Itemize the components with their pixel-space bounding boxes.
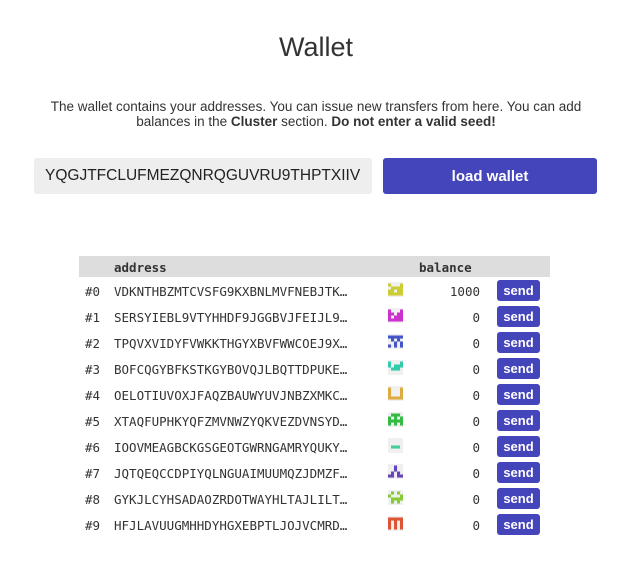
address-value: XTAQFUPHKYQFZMVNWZYQKVEZDVNSYD… (114, 414, 348, 429)
row-index: #7 (85, 466, 101, 481)
send-button[interactable]: send (497, 358, 540, 379)
address-value: IOOVMEAGBCKGSGEOTGWRNGAMRYQUKY… (114, 440, 348, 455)
address-row: #6 IOOVMEAGBCKGSGEOTGWRNGAMRYQUKY… 0 sen… (79, 435, 550, 461)
send-button[interactable]: send (497, 332, 540, 353)
address-value: JQTQEQCCDPIYQLNGUAIMUUMQZJDMZF… (114, 466, 348, 481)
balance-value: 0 (472, 466, 480, 481)
row-index: #1 (85, 310, 101, 325)
address-value: BOFCQGYBFKSTKGYBOVQJLBQTTDPUKE… (114, 362, 348, 377)
identicon-icon (388, 516, 403, 531)
load-wallet-button[interactable]: load wallet (383, 158, 597, 194)
row-index: #2 (85, 336, 101, 351)
address-row: #8 GYKJLCYHSADAOZRDOTWAYHLTAJLILT… 0 sen… (79, 487, 550, 513)
identicon-icon (388, 386, 403, 401)
identicon-icon (388, 438, 403, 453)
wallet-description: The wallet contains your addresses. You … (50, 99, 582, 129)
row-index: #6 (85, 440, 101, 455)
balance-value: 0 (472, 518, 480, 533)
address-column-header: address (114, 260, 167, 275)
address-value: HFJLAVUUGMHHDYHGXEBPTLJOJVCMRD… (114, 518, 348, 533)
balance-value: 0 (472, 310, 480, 325)
address-value: VDKNTHBZMTCVSFG9KXBNLMVFNEBJTK… (114, 284, 348, 299)
identicon-icon (388, 282, 403, 297)
balance-value: 0 (472, 492, 480, 507)
identicon-icon (388, 490, 403, 505)
row-index: #0 (85, 284, 101, 299)
identicon-icon (388, 334, 403, 349)
description-text-2: section. (277, 114, 332, 129)
balance-value: 0 (472, 336, 480, 351)
address-row: #4 OELOTIUVOXJFAQZBAUWYUVJNBZXMKC… 0 sen… (79, 383, 550, 409)
send-button[interactable]: send (497, 280, 540, 301)
balance-value: 0 (472, 440, 480, 455)
send-button[interactable]: send (497, 488, 540, 509)
send-button[interactable]: send (497, 436, 540, 457)
identicon-icon (388, 464, 403, 479)
send-button[interactable]: send (497, 306, 540, 327)
address-table-header: address balance (79, 256, 550, 277)
address-value: TPQVXVIDYFVWKKTHGYXBVFWWCOEJ9X… (114, 336, 348, 351)
row-index: #3 (85, 362, 101, 377)
address-row: #0 VDKNTHBZMTCVSFG9KXBNLMVFNEBJTK… 1000 … (79, 279, 550, 305)
seed-input[interactable] (34, 158, 372, 194)
row-index: #4 (85, 388, 101, 403)
send-button[interactable]: send (497, 384, 540, 405)
address-row: #7 JQTQEQCCDPIYQLNGUAIMUUMQZJDMZF… 0 sen… (79, 461, 550, 487)
address-value: SERSYIEBL9VTYHHDF9JGGBVJFEIJL9… (114, 310, 348, 325)
address-row: #1 SERSYIEBL9VTYHHDF9JGGBVJFEIJL9… 0 sen… (79, 305, 550, 331)
row-index: #5 (85, 414, 101, 429)
balance-value: 1000 (449, 284, 480, 299)
balance-value: 0 (472, 362, 480, 377)
identicon-icon (388, 308, 403, 323)
balance-value: 0 (472, 388, 480, 403)
address-value: OELOTIUVOXJFAQZBAUWYUVJNBZXMKC… (114, 388, 348, 403)
seed-warning: Do not enter a valid seed! (331, 114, 496, 129)
row-index: #9 (85, 518, 101, 533)
address-value: GYKJLCYHSADAOZRDOTWAYHLTAJLILT… (114, 492, 348, 507)
page-title: Wallet (278, 32, 353, 62)
address-row: #5 XTAQFUPHKYQFZMVNWZYQKVEZDVNSYD… 0 sen… (79, 409, 550, 435)
address-row: #3 BOFCQGYBFKSTKGYBOVQJLBQTTDPUKE… 0 sen… (79, 357, 550, 383)
send-button[interactable]: send (497, 410, 540, 431)
balance-value: 0 (472, 414, 480, 429)
cluster-section-name: Cluster (230, 114, 278, 129)
address-row: #9 HFJLAVUUGMHHDYHGXEBPTLJOJVCMRD… 0 sen… (79, 513, 550, 539)
send-button[interactable]: send (497, 462, 540, 483)
address-row: #2 TPQVXVIDYFVWKKTHGYXBVFWWCOEJ9X… 0 sen… (79, 331, 550, 357)
identicon-icon (388, 412, 403, 427)
send-button[interactable]: send (497, 514, 540, 535)
balance-column-header: balance (419, 260, 472, 275)
address-table-body: #0 VDKNTHBZMTCVSFG9KXBNLMVFNEBJTK… 1000 … (79, 279, 550, 539)
row-index: #8 (85, 492, 101, 507)
identicon-icon (388, 360, 403, 375)
